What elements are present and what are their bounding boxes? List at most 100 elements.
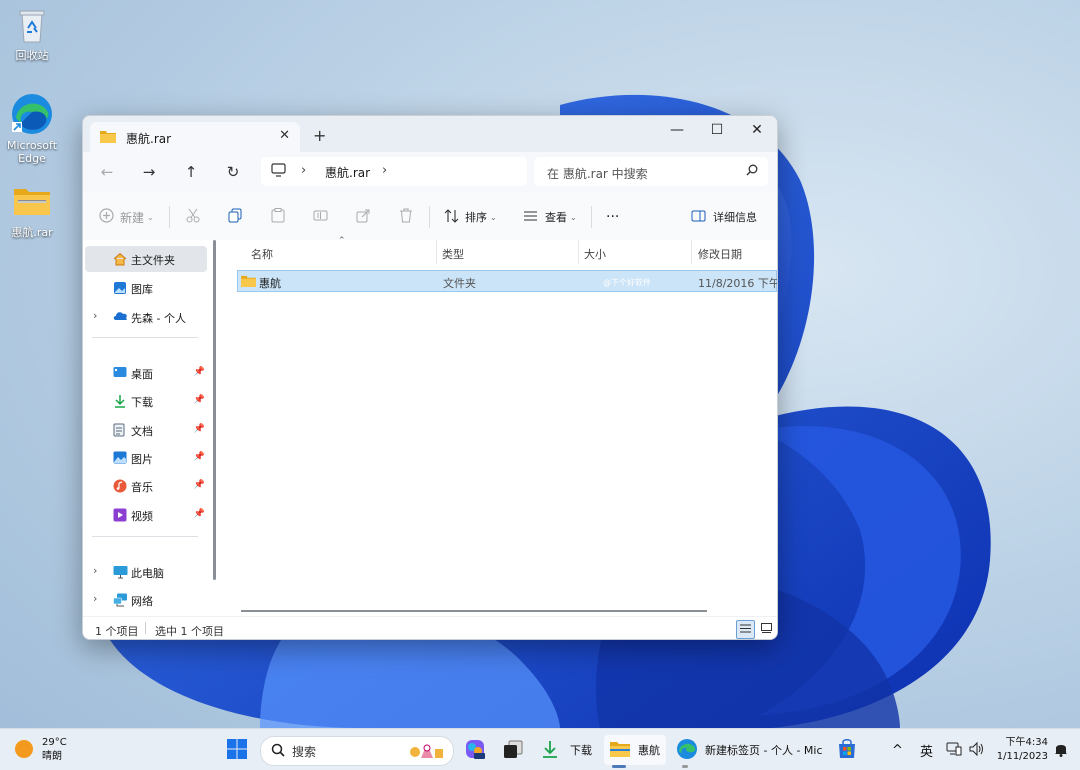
close-button[interactable]: ✕ — [737, 116, 777, 144]
status-bar: 1 个项目 选中 1 个项目 — [83, 616, 777, 639]
column-divider[interactable] — [436, 240, 437, 264]
details-pane-button[interactable]: 详细信息 — [691, 207, 757, 227]
sort-button[interactable]: 排序 ⌄ — [444, 207, 497, 227]
minimize-icon: — — [670, 122, 684, 138]
tiles-view-button[interactable] — [757, 620, 776, 639]
sidebar-item-label: 先森 - 个人 — [131, 312, 186, 325]
column-divider[interactable] — [578, 240, 579, 264]
row-modified: 11/8/2016 下午7 — [698, 277, 777, 290]
taskbar-search[interactable]: 搜索 — [260, 736, 454, 766]
minimize-button[interactable]: — — [657, 116, 697, 144]
chevron-right-icon[interactable]: › — [93, 309, 97, 322]
new-button[interactable]: 新建 ⌄ — [99, 207, 154, 227]
chevron-right-icon[interactable]: › — [93, 564, 97, 577]
breadcrumb-separator[interactable]: › — [301, 163, 306, 178]
file-explorer-icon — [610, 741, 630, 760]
running-app-indicator — [682, 765, 688, 768]
column-header-modified[interactable]: 修改日期 — [698, 246, 742, 262]
sidebar-item-network[interactable]: › 网络 — [85, 587, 207, 613]
taskbar-app-downloads[interactable]: 下载 — [540, 735, 592, 765]
task-view-icon — [502, 739, 524, 762]
taskbar-store[interactable] — [836, 735, 858, 765]
video-icon — [113, 508, 127, 522]
chevron-right-icon[interactable]: › — [93, 592, 97, 605]
chevron-down-icon: ⌄ — [490, 212, 497, 222]
address-bar[interactable]: › 惠航.rar › — [261, 157, 527, 186]
sidebar-item-documents[interactable]: 文档 📌 — [85, 417, 207, 443]
desktop-icon-edge[interactable]: Microsoft Edge — [0, 92, 64, 165]
more-options-button[interactable]: ··· — [606, 207, 619, 227]
weather-widget[interactable]: 29°C 晴朗 — [14, 735, 67, 765]
back-arrow-icon: ← — [100, 163, 114, 181]
forward-button[interactable]: → — [135, 160, 163, 184]
details-label: 详细信息 — [713, 211, 757, 224]
column-header-type[interactable]: 类型 — [442, 246, 464, 262]
delete-button[interactable] — [399, 207, 413, 227]
paste-icon — [271, 208, 285, 226]
sidebar-item-videos[interactable]: 视频 📌 — [85, 502, 207, 528]
details-view-button[interactable] — [736, 620, 755, 639]
taskbar-app-explorer[interactable]: 惠航 — [604, 735, 666, 765]
taskbar-app-edge[interactable]: 新建标签页 - 个人 - Mic — [676, 735, 823, 765]
clock[interactable]: 下午4:34 1/11/2023 — [996, 735, 1048, 765]
pin-icon: 📌 — [193, 480, 205, 490]
pictures-icon — [113, 451, 127, 465]
show-hidden-icons-button[interactable]: ^ — [892, 735, 903, 765]
sidebar-item-gallery[interactable]: 图库 — [85, 275, 207, 301]
back-button[interactable]: ← — [93, 160, 121, 184]
start-button[interactable] — [226, 735, 248, 765]
share-button[interactable] — [356, 207, 371, 227]
taskbar-task-view[interactable] — [502, 735, 524, 765]
sidebar-divider — [92, 337, 198, 338]
sidebar-item-pictures[interactable]: 图片 📌 — [85, 445, 207, 471]
column-header-size[interactable]: 大小 — [584, 246, 606, 262]
sidebar-item-onedrive[interactable]: › 先森 - 个人 — [85, 304, 207, 330]
column-divider[interactable] — [691, 240, 692, 264]
sidebar-item-desktop[interactable]: 桌面 📌 — [85, 360, 207, 386]
sidebar-item-this-pc[interactable]: › 此电脑 — [85, 559, 207, 585]
system-tray[interactable] — [946, 735, 984, 765]
sidebar-scrollbar[interactable] — [213, 240, 216, 580]
file-list: ⌃ 名称 类型 大小 修改日期 惠航 文件夹 @下个好软件 11/8/2016 … — [221, 236, 777, 616]
sidebar-item-downloads[interactable]: 下载 📌 — [85, 388, 207, 414]
sidebar-item-label: 桌面 — [131, 368, 153, 381]
desktop-icon-rar[interactable]: 惠航.rar — [0, 183, 64, 239]
close-icon: ✕ — [751, 122, 763, 138]
desktop-icon-recycle-bin[interactable]: 回收站 — [0, 6, 64, 62]
taskbar-copilot[interactable] — [464, 735, 486, 765]
divider — [591, 206, 592, 228]
status-divider — [145, 622, 146, 634]
maximize-button[interactable]: ☐ — [697, 116, 737, 144]
copy-button[interactable] — [228, 207, 242, 227]
tab-title: 惠航.rar — [126, 132, 172, 146]
input-method-indicator[interactable]: 英 — [920, 735, 933, 765]
breadcrumb-separator[interactable]: › — [382, 163, 387, 178]
title-bar[interactable]: 惠航.rar ✕ + — ☐ ✕ — [83, 116, 777, 152]
column-header-name[interactable]: 名称 — [251, 246, 273, 262]
breadcrumb-item[interactable]: 惠航.rar — [325, 164, 370, 181]
cut-button[interactable] — [186, 207, 200, 227]
up-button[interactable]: ↑ — [177, 160, 205, 184]
refresh-button[interactable]: ↻ — [219, 160, 247, 184]
forward-arrow-icon: → — [142, 163, 156, 181]
horizontal-scrollbar[interactable] — [241, 610, 707, 612]
sidebar-item-label: 图片 — [131, 453, 153, 466]
notification-button[interactable] — [1054, 735, 1068, 765]
tab-close-button[interactable]: ✕ — [279, 128, 290, 143]
music-icon — [113, 479, 127, 493]
paste-button[interactable] — [271, 207, 285, 227]
new-tab-button[interactable]: + — [313, 126, 326, 145]
file-explorer-window: 惠航.rar ✕ + — ☐ ✕ ← → ↑ ↻ › 惠航.rar › 在 惠航… — [82, 115, 778, 640]
sort-ascending-icon: ⌃ — [338, 236, 346, 246]
taskbar-app-label: 下载 — [570, 744, 592, 757]
sidebar-item-home[interactable]: 主文件夹 — [85, 246, 207, 272]
table-row[interactable]: 惠航 文件夹 @下个好软件 11/8/2016 下午7 — [237, 270, 777, 292]
sidebar-divider — [92, 536, 198, 537]
ime-label: 英 — [920, 744, 934, 760]
search-box[interactable]: 在 惠航.rar 中搜索 — [534, 157, 768, 186]
rename-button[interactable] — [313, 207, 328, 227]
plus-circle-icon — [99, 208, 114, 226]
tab-active[interactable]: 惠航.rar ✕ — [90, 122, 300, 152]
sidebar-item-music[interactable]: 音乐 📌 — [85, 473, 207, 499]
view-button[interactable]: 查看 ⌄ — [523, 207, 577, 227]
